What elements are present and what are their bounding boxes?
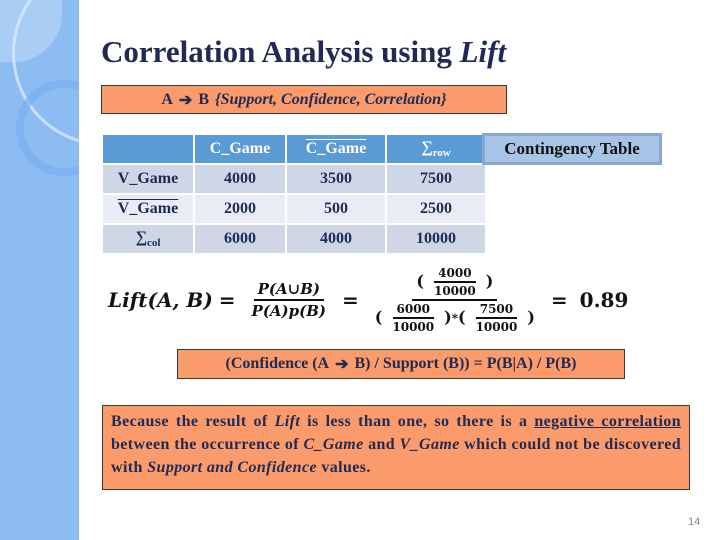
rule-consequent: B <box>198 90 209 108</box>
conclusion-text: and <box>363 436 400 453</box>
definition-text: B) / Support (B)) = P(B|A) / P(B) <box>354 355 577 372</box>
table-cell: 6000 <box>195 225 285 253</box>
header-cell-empty <box>103 135 193 163</box>
fraction-computed: (4000 10000) (6000 10000)*(7500 10000) <box>371 266 539 334</box>
header-cell-negated: C_Game <box>287 135 385 163</box>
conclusion-text: between the occurrence of <box>111 436 304 453</box>
title-text: Correlation Analysis using <box>101 34 460 69</box>
table-cell: 3500 <box>287 165 385 193</box>
contingency-table-label: Contingency Table <box>482 133 662 165</box>
fraction-numerator: 4000 <box>434 266 476 283</box>
definition-box: (Confidence (A ➔ B) / Support (B)) = P(B… <box>177 349 625 379</box>
table-cell: 500 <box>287 195 385 223</box>
fraction: 7500 10000 <box>472 302 522 334</box>
contingency-table: C_Game C_Game ∑row V_Game 4000 3500 7500… <box>101 133 487 255</box>
sum-subscript: col <box>146 237 161 250</box>
row-label-negated: V_Game <box>103 195 193 223</box>
row-label-col-sum: ∑col <box>103 225 193 253</box>
fraction-numerator: (4000 10000) <box>412 266 498 301</box>
fraction-denominator: (6000 10000)*(7500 10000) <box>374 302 535 334</box>
sum-symbol: ∑ <box>421 138 433 156</box>
right-arrow-icon: ➔ <box>335 356 349 373</box>
conclusion-underline: negative correlation <box>534 413 681 430</box>
fraction: 6000 10000 <box>388 302 438 334</box>
equals-sign: = <box>342 288 359 312</box>
sum-symbol: ∑ <box>135 228 147 246</box>
definition-text: (Confidence (A <box>225 355 330 372</box>
table-cell: 2000 <box>195 195 285 223</box>
formula-lhs: Lift(A, B) <box>108 288 213 312</box>
equals-sign: = <box>218 288 236 312</box>
header-cell: C_Game <box>195 135 285 163</box>
table-row: ∑col 6000 4000 10000 <box>103 225 485 253</box>
table-cell: 10000 <box>387 225 485 253</box>
conclusion-text: is less than one, so there is a <box>300 413 535 430</box>
decorative-sidebar <box>0 0 79 540</box>
conclusion-box: Because the result of Lift is less than … <box>102 405 690 490</box>
right-arrow-icon: ➔ <box>178 91 193 109</box>
table-row: V_Game 2000 500 2500 <box>103 195 485 223</box>
fraction-denominator: 10000 <box>433 284 476 298</box>
table-row: V_Game 4000 3500 7500 <box>103 165 485 193</box>
conclusion-emphasis: Lift <box>274 413 301 430</box>
table-header-row: C_Game C_Game ∑row <box>103 135 485 163</box>
conclusion-emphasis: V_Game <box>399 436 460 453</box>
rule-measures: {Support, Confidence, Correlation} <box>215 90 447 108</box>
fraction-numerator: 6000 <box>392 302 434 319</box>
table-cell: 2500 <box>387 195 485 223</box>
fraction-numerator: 7500 <box>475 302 518 319</box>
table-cell: 7500 <box>387 165 485 193</box>
conclusion-emphasis: Support and Confidence <box>147 459 317 476</box>
sum-subscript: row <box>432 147 451 160</box>
row-label: V_Game <box>103 165 193 193</box>
rule-box: A ➔ B {Support, Confidence, Correlation} <box>101 85 507 114</box>
fraction-denominator: 10000 <box>392 320 435 334</box>
title-italic: Lift <box>459 34 507 69</box>
conclusion-text: values. <box>316 459 371 476</box>
rule-antecedent: A <box>161 90 173 108</box>
page-number: 14 <box>688 516 701 528</box>
conclusion-emphasis: C_Game <box>303 436 364 453</box>
formula-result: 0.89 <box>579 288 629 312</box>
fraction-denominator: 10000 <box>475 320 518 334</box>
fraction-definition: P(A∪B) P(A)p(B) <box>248 280 330 320</box>
fraction-numerator: P(A∪B) <box>253 280 324 301</box>
times-sign: * <box>451 311 458 326</box>
table-cell: 4000 <box>287 225 385 253</box>
slide-title: Correlation Analysis using Lift <box>101 34 506 70</box>
table-cell: 4000 <box>195 165 285 193</box>
lift-formula: Lift(A, B) = P(A∪B) P(A)p(B) = (4000 1000… <box>108 265 628 335</box>
equals-sign: = <box>550 288 568 312</box>
header-cell-row-sum: ∑row <box>387 135 485 163</box>
fraction: 4000 10000 <box>430 266 480 298</box>
fraction-denominator: P(A)p(B) <box>251 302 327 320</box>
conclusion-text: Because the result of <box>111 413 275 430</box>
